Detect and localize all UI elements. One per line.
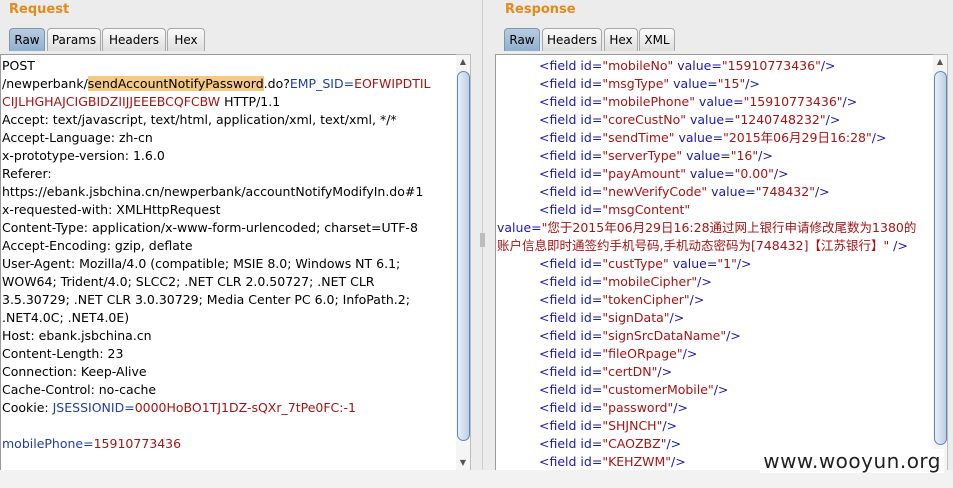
request-tab-headers[interactable]: Headers <box>102 28 166 51</box>
request-line: CIJLHGHAJCIGBIDZIIJJEEEBCQFCBW HTTP/1.1 <box>2 94 281 109</box>
response-field-line: <field id="tokenCipher"/> <box>539 292 705 307</box>
request-line: x-prototype-version: 1.6.0 <box>2 148 165 163</box>
request-line: x-requested-with: XMLHttpRequest <box>2 202 221 217</box>
response-msg-value-line: value="您于2015年06月29日16:28通过网上银行申请修改尾数为13… <box>497 220 917 235</box>
request-scrollbar[interactable]: ▲ ▼ <box>456 54 471 471</box>
response-tab-raw[interactable]: Raw <box>504 28 540 51</box>
response-field-line: <field id="customerMobile"/> <box>539 382 729 397</box>
request-line: Referer: <box>2 166 52 181</box>
request-editor[interactable]: POST /newperbank/sendAccountNotifyPasswo… <box>0 54 457 471</box>
response-field-line: <field id="fileORpage"/> <box>539 346 698 361</box>
response-field-line: <field id="sendTime" value="2015年06月29日1… <box>539 130 887 145</box>
response-field-line: <field id="msgContent" <box>539 202 691 217</box>
request-line: Content-Type: application/x-www-form-url… <box>2 220 418 235</box>
response-field-line: <field id="custType" value="1"/> <box>539 256 752 271</box>
response-field-line: <field id="certDN"/> <box>539 364 673 379</box>
response-field-line: <field id="mobileNo" value="15910773436"… <box>539 58 836 73</box>
response-field-line: <field id="serverType" value="16"/> <box>539 148 773 163</box>
request-line <box>2 417 456 435</box>
request-line: User-Agent: Mozilla/4.0 (compatible; MSI… <box>2 256 401 271</box>
response-field-line: <field id="payAmount" value="0.00"/> <box>539 166 789 181</box>
response-msg-value-line: 账户信息即时通签约手机号码,手机动态密码为[748432]【江苏银行】" /> <box>497 238 908 253</box>
response-scroll-thumb[interactable] <box>934 71 947 445</box>
watermark: www.wooyun.org <box>760 449 944 473</box>
request-line: /newperbank/sendAccountNotifyPassword.do… <box>2 76 431 91</box>
highlighted-endpoint: sendAccountNotifyPassword <box>87 76 264 91</box>
request-line: 3.5.30729; .NET CLR 3.0.30729; Media Cen… <box>2 292 410 307</box>
request-line: Accept: text/javascript, text/html, appl… <box>2 112 397 127</box>
response-tab-hex[interactable]: Hex <box>604 28 638 51</box>
request-line: POST <box>2 58 35 73</box>
response-field-line: <field id="signSrcDataName"/> <box>539 328 741 343</box>
request-scroll-thumb[interactable] <box>457 71 470 441</box>
response-field-line: <field id="SHJNCH"/> <box>539 418 678 433</box>
response-scrollbar[interactable]: ▲ <box>933 54 948 471</box>
request-line: Host: ebank.jsbchina.cn <box>2 328 152 343</box>
response-field-line: <field id="signData"/> <box>539 310 685 325</box>
scroll-down-icon[interactable]: ▼ <box>456 457 470 469</box>
request-line: WOW64; Trident/4.0; SLCC2; .NET CLR 2.0.… <box>2 274 375 289</box>
request-line: .NET4.0C; .NET4.0E) <box>2 310 130 325</box>
request-line: https://ebank.jsbchina.cn/newperbank/acc… <box>2 184 424 199</box>
scroll-up-icon[interactable]: ▲ <box>456 56 470 68</box>
response-field-line: <field id="newVerifyCode" value="748432"… <box>539 184 830 199</box>
request-body: mobilePhone=15910773436 <box>2 436 182 451</box>
response-field-line: <field id="password"/> <box>539 400 688 415</box>
request-line: Connection: Keep-Alive <box>2 364 147 379</box>
scroll-up-icon[interactable]: ▲ <box>933 56 947 68</box>
request-title: Request <box>9 2 70 17</box>
response-editor[interactable]: <field id="mobileNo" value="15910773436"… <box>495 54 934 471</box>
panel-splitter[interactable] <box>476 0 490 470</box>
splitter-grip[interactable] <box>480 233 485 247</box>
request-line: Cookie: JSESSIONID=0000HoBO1TJ1DZ-sQXr_7… <box>2 400 356 415</box>
response-field-line: <field id="coreCustNo" value="1240748232… <box>539 112 841 127</box>
request-panel: Request Raw Params Headers Hex POST /new… <box>0 0 476 471</box>
request-line: Cache-Control: no-cache <box>2 382 157 397</box>
response-field-line: <field id="msgType" value="15"/> <box>539 76 760 91</box>
request-line: Content-Length: 23 <box>2 346 124 361</box>
request-tab-hex[interactable]: Hex <box>167 28 205 51</box>
request-line: Accept-Language: zh-cn <box>2 130 153 145</box>
response-tab-headers[interactable]: Headers <box>542 28 602 51</box>
request-line: Accept-Encoding: gzip, deflate <box>2 238 193 253</box>
response-title: Response <box>505 2 576 17</box>
response-panel: Response Raw Headers Hex XML <field id="… <box>490 0 953 471</box>
request-tab-params[interactable]: Params <box>47 28 101 51</box>
request-tab-raw[interactable]: Raw <box>9 28 45 51</box>
response-field-line: <field id="mobilePhone" value="159107734… <box>539 94 858 109</box>
response-field-line: <field id="mobileCipher"/> <box>539 274 712 289</box>
response-tab-xml[interactable]: XML <box>639 28 675 51</box>
